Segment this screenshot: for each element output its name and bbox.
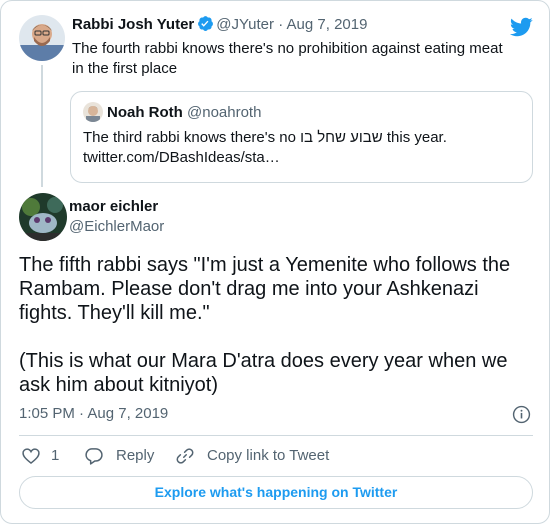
copy-link-button[interactable]: Copy link to Tweet bbox=[175, 444, 329, 468]
like-count: 1 bbox=[51, 447, 60, 464]
tweet-timestamp[interactable]: 1:05 PM · Aug 7, 2019 bbox=[19, 405, 168, 422]
like-button[interactable]: 1 bbox=[21, 444, 59, 468]
parent-author-name[interactable]: Rabbi Josh Yuter bbox=[72, 16, 194, 33]
quoted-author-name: Noah Roth bbox=[107, 104, 183, 121]
explore-twitter-button[interactable]: Explore what's happening on Twitter bbox=[19, 476, 533, 509]
main-tweet-author: maor eichler @EichlerMaor bbox=[19, 193, 533, 243]
quoted-author-handle: @noahroth bbox=[187, 104, 262, 121]
tweet-actions: 1 Reply Copy link to Tweet bbox=[19, 444, 533, 468]
reply-button[interactable]: Reply bbox=[84, 444, 154, 468]
quoted-text-before: The third rabbi knows there's no bbox=[83, 129, 301, 146]
quoted-tweet-text: The third rabbi knows there's no שבוע שח… bbox=[83, 128, 520, 148]
parent-tweet-text: The fourth rabbi knows there's no prohib… bbox=[72, 40, 503, 77]
main-author-handle[interactable]: @EichlerMaor bbox=[69, 218, 164, 235]
thread-connector-line bbox=[41, 65, 43, 187]
reply-label: Reply bbox=[116, 447, 155, 464]
actions-divider bbox=[19, 435, 533, 436]
verified-badge-icon bbox=[198, 16, 214, 31]
quoted-tweet-link[interactable]: twitter.com/DBashIdeas/sta… bbox=[83, 148, 520, 168]
quoted-tweet[interactable]: Noah Roth @noahroth The third rabbi know… bbox=[70, 91, 533, 183]
main-author-avatar[interactable] bbox=[19, 193, 67, 241]
timestamp-row: 1:05 PM · Aug 7, 2019 bbox=[19, 403, 533, 425]
parent-tweet-date[interactable]: Aug 7, 2019 bbox=[287, 16, 368, 33]
quoted-tweet-header: Noah Roth @noahroth bbox=[83, 102, 520, 124]
quoted-text-hebrew: שבוע שחל בו bbox=[300, 129, 383, 146]
quoted-author-avatar bbox=[83, 102, 103, 122]
main-tweet-text: The fifth rabbi says "I'm just a Yemenit… bbox=[19, 254, 511, 396]
parent-tweet-header: Rabbi Josh Yuter @JYuter · Aug 7, 2019 bbox=[72, 13, 533, 37]
heart-icon bbox=[22, 448, 40, 465]
quoted-text-after: this year. bbox=[382, 129, 447, 146]
twitter-bird-icon[interactable] bbox=[509, 15, 533, 39]
parent-author-handle[interactable]: @JYuter bbox=[216, 16, 274, 33]
parent-tweet[interactable]: Rabbi Josh Yuter @JYuter · Aug 7, 2019 Th… bbox=[19, 13, 533, 187]
copy-link-label: Copy link to Tweet bbox=[207, 447, 330, 464]
embedded-tweet-card: Rabbi Josh Yuter @JYuter · Aug 7, 2019 Th… bbox=[0, 0, 550, 524]
reply-bubble-icon bbox=[85, 448, 103, 465]
parent-author-avatar[interactable] bbox=[19, 15, 65, 61]
info-icon[interactable] bbox=[512, 405, 531, 424]
main-author-name[interactable]: maor eichler bbox=[69, 197, 164, 217]
link-icon bbox=[176, 448, 194, 464]
header-separator: · bbox=[278, 16, 284, 33]
